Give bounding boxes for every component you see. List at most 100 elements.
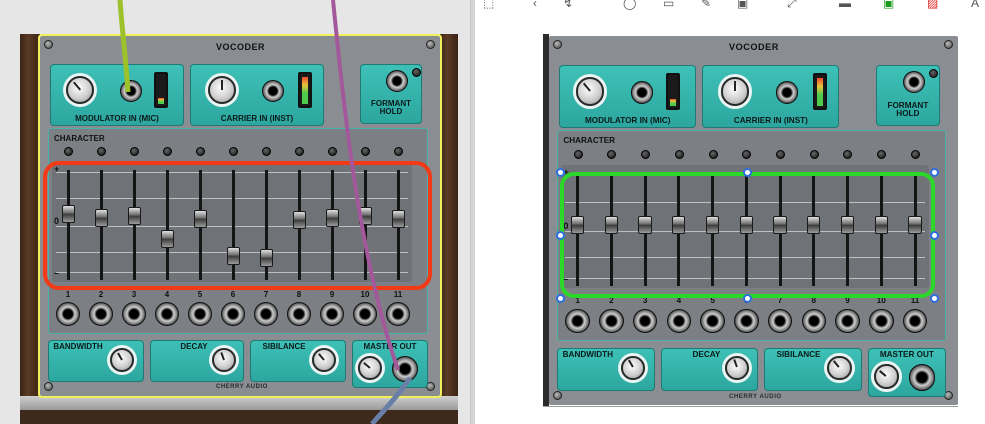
modulator-meter-fill: [158, 97, 164, 104]
decay-knob[interactable]: [212, 348, 236, 372]
line-weight-icon[interactable]: ▬: [839, 0, 851, 10]
resize-handle-ml[interactable]: [556, 231, 565, 240]
band-jack-5[interactable]: [188, 302, 212, 326]
band-led-2: [607, 149, 617, 159]
band-led-4: [674, 149, 684, 159]
rack-wood-bottom: [20, 410, 458, 424]
band-number-5: 5: [197, 290, 203, 299]
sibilance-knob[interactable]: [312, 348, 336, 372]
band-number-11: 11: [393, 290, 403, 299]
editor-toolbar: ⬚ ‹ ↯ ◯ ▭ ✎ ▣ ⤢ ▬ ▣ ▨ A: [475, 0, 985, 12]
band-led-5: [196, 147, 205, 156]
band-jack-3[interactable]: [122, 302, 146, 326]
carrier-label: CARRIER IN (INST): [220, 114, 294, 123]
resize-handle-bl[interactable]: [556, 294, 565, 303]
resize-icon[interactable]: ⤢: [787, 0, 797, 11]
modulator-level-knob[interactable]: [66, 76, 94, 104]
formant-label: FORMANT HOLD: [887, 100, 929, 119]
modulator-level-meter: [154, 72, 168, 108]
shape-icon[interactable]: ◯: [623, 0, 636, 10]
band-number-6: 6: [230, 290, 236, 299]
modulator-label: MODULATOR IN (MIC): [584, 115, 671, 125]
band-led-11: [910, 149, 920, 159]
band-led-8: [295, 147, 304, 156]
carrier-level-meter: [298, 72, 312, 108]
carrier-input-jack[interactable]: [775, 81, 799, 104]
screw-1: [553, 40, 563, 50]
resize-handle-tl[interactable]: [556, 168, 565, 177]
band-jack-8[interactable]: [801, 308, 827, 334]
master-out-knob[interactable]: [358, 356, 382, 380]
carrier-input-jack[interactable]: [262, 80, 284, 102]
band-jack-5[interactable]: [700, 308, 725, 334]
band-jack-7[interactable]: [254, 302, 278, 326]
band-led-1: [64, 147, 73, 156]
master-out-knob[interactable]: [874, 364, 899, 389]
band-number-4: 4: [164, 290, 170, 299]
carrier-label: CARRIER IN (INST): [733, 115, 808, 125]
font-icon[interactable]: A: [971, 0, 979, 10]
band-jack-10[interactable]: [353, 302, 377, 326]
band-led-11: [394, 147, 403, 156]
band-led-2: [97, 147, 106, 156]
sibilance-knob[interactable]: [827, 355, 852, 381]
band-number-7: 7: [263, 290, 269, 299]
band-led-7: [775, 149, 785, 159]
modulator-level-knob[interactable]: [575, 77, 605, 106]
band-led-6: [742, 149, 752, 159]
band-led-9: [328, 147, 337, 156]
modulator-input-jack[interactable]: [630, 81, 654, 104]
band-number-3: 3: [131, 290, 137, 299]
select-icon[interactable]: ⬚: [483, 0, 494, 10]
band-jack-6[interactable]: [734, 308, 759, 334]
master-out-jack[interactable]: [392, 356, 418, 382]
band-jack-2[interactable]: [89, 302, 113, 326]
band-number-2: 2: [98, 290, 104, 299]
band-jack-1[interactable]: [56, 302, 80, 326]
sibilance-label: SIBILANCE: [776, 349, 821, 359]
green-highlight-box[interactable]: [560, 172, 935, 298]
resize-handle-bc[interactable]: [743, 294, 752, 303]
resize-handle-tc[interactable]: [743, 168, 752, 177]
lasso-icon[interactable]: ↯: [563, 0, 573, 10]
sibilance-label: SIBILANCE: [262, 342, 306, 351]
formant-hold-jack[interactable]: [386, 70, 408, 92]
band-jack-4[interactable]: [155, 302, 179, 326]
resize-handle-tr[interactable]: [930, 168, 939, 177]
band-jack-4[interactable]: [666, 308, 692, 334]
carrier-meter-fill: [302, 76, 308, 104]
band-jack-6[interactable]: [221, 302, 245, 326]
band-jack-9[interactable]: [320, 302, 344, 326]
red-highlight-box[interactable]: [43, 161, 432, 290]
border-color-icon[interactable]: ▣: [883, 0, 894, 10]
master-out-label: MASTER OUT: [879, 349, 934, 359]
band-jack-11[interactable]: [386, 302, 410, 326]
decay-label: DECAY: [692, 349, 721, 359]
band-jack-9[interactable]: [835, 308, 860, 334]
text-icon[interactable]: ▭: [663, 0, 674, 10]
crop-icon[interactable]: ▣: [737, 0, 748, 10]
master-out-jack[interactable]: [908, 364, 936, 391]
band-jack-1[interactable]: [565, 308, 590, 334]
band-number-1: 1: [65, 290, 71, 299]
band-led-6: [229, 147, 238, 156]
resize-handle-br[interactable]: [930, 294, 939, 303]
bandwidth-knob[interactable]: [110, 348, 134, 372]
band-number-8: 8: [296, 290, 302, 299]
fill-color-icon[interactable]: ▨: [927, 0, 938, 10]
band-led-8: [809, 149, 819, 159]
band-jack-8[interactable]: [287, 302, 311, 326]
band-jack-2[interactable]: [599, 308, 624, 334]
resize-handle-mr[interactable]: [930, 231, 939, 240]
band-led-10: [877, 149, 887, 159]
modulator-input-jack[interactable]: [120, 80, 142, 102]
carrier-level-knob[interactable]: [720, 77, 750, 106]
formant-led: [412, 68, 421, 77]
band-jack-10[interactable]: [869, 308, 894, 334]
screw-3: [553, 390, 563, 400]
carrier-level-knob[interactable]: [208, 76, 236, 104]
band-led-3: [641, 149, 651, 159]
pen-icon[interactable]: ✎: [701, 0, 711, 10]
band-number-10: 10: [360, 290, 370, 299]
back-icon[interactable]: ‹: [533, 0, 537, 10]
